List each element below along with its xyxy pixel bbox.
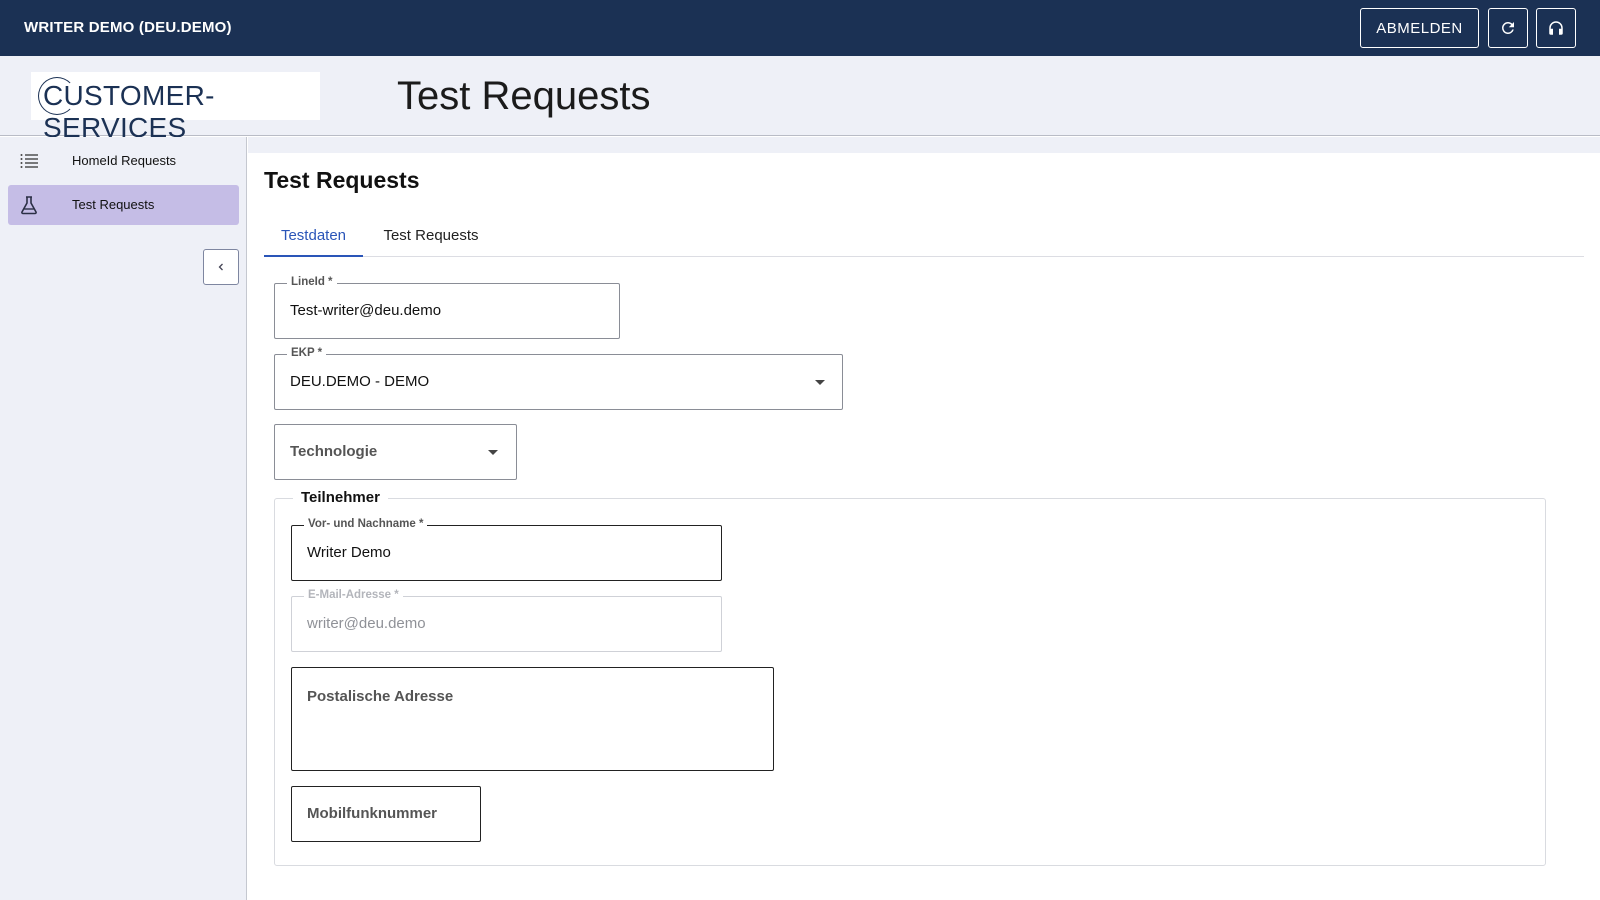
ekp-value: DEU.DEMO - DEMO [290,373,430,390]
address-field[interactable]: Postalische Adresse [291,667,774,771]
sidebar-item-test-requests[interactable]: Test Requests [8,185,239,225]
user-label: WRITER DEMO (DEU.DEMO) [24,19,232,36]
technologie-placeholder: Technologie [290,443,378,460]
name-value: Writer Demo [307,544,391,561]
chevron-down-icon [815,380,825,385]
mobile-field[interactable]: Mobilfunknummer [291,786,481,842]
list-icon [20,154,38,168]
tab-bar: Testdaten Test Requests [264,217,1584,257]
logo-text: CUSTOMER-SERVICES [43,80,215,143]
refresh-button[interactable] [1488,8,1528,48]
header-title: Test Requests [397,74,651,118]
name-field[interactable]: Vor- und Nachname * Writer Demo [291,518,722,581]
address-placeholder: Postalische Adresse [307,688,454,705]
chevron-left-icon [218,263,223,271]
sidebar-item-label: Test Requests [72,197,155,212]
sidebar-item-homeid-requests[interactable]: HomeId Requests [8,141,239,181]
collapse-sidebar-button[interactable] [203,249,239,285]
email-field: E-Mail-Adresse * writer@deu.demo [291,589,722,652]
name-label: Vor- und Nachname * [304,518,428,530]
technologie-select[interactable]: Technologie [274,424,517,480]
email-label: E-Mail-Adresse * [304,589,403,601]
line-id-value: Test-writer@deu.demo [290,302,442,319]
line-id-field[interactable]: LineId * Test-writer@deu.demo [274,276,620,339]
logout-button[interactable]: ABMELDEN [1360,8,1479,48]
headset-icon [1549,21,1563,35]
teilnehmer-fieldset: Teilnehmer Vor- und Nachname * Writer De… [274,489,1546,866]
flask-icon [21,196,37,215]
mobile-placeholder: Mobilfunknummer [307,805,437,822]
teilnehmer-legend: Teilnehmer [293,489,388,506]
main-content: Test Requests Testdaten Test Requests Li… [248,137,1600,900]
sidebar: HomeId Requests Test Requests [0,137,247,900]
support-button[interactable] [1536,8,1576,48]
tab-testdaten[interactable]: Testdaten [264,217,363,257]
top-bar: WRITER DEMO (DEU.DEMO) ABMELDEN [0,0,1600,56]
company-logo: CUSTOMER-SERVICES [31,72,320,143]
tab-test-requests[interactable]: Test Requests [368,217,494,257]
email-value: writer@deu.demo [307,615,426,632]
content-panel: Test Requests Testdaten Test Requests Li… [248,153,1600,900]
chevron-down-icon [488,450,498,455]
page-title: Test Requests [264,167,420,193]
refresh-icon [1501,21,1514,34]
ekp-select[interactable]: EKP * DEU.DEMO - DEMO [274,347,843,410]
sidebar-item-label: HomeId Requests [72,153,177,168]
ekp-label: EKP * [287,347,327,359]
app-header: CUSTOMER-SERVICES Test Requests [0,56,1600,143]
line-id-label: LineId * [287,276,337,288]
